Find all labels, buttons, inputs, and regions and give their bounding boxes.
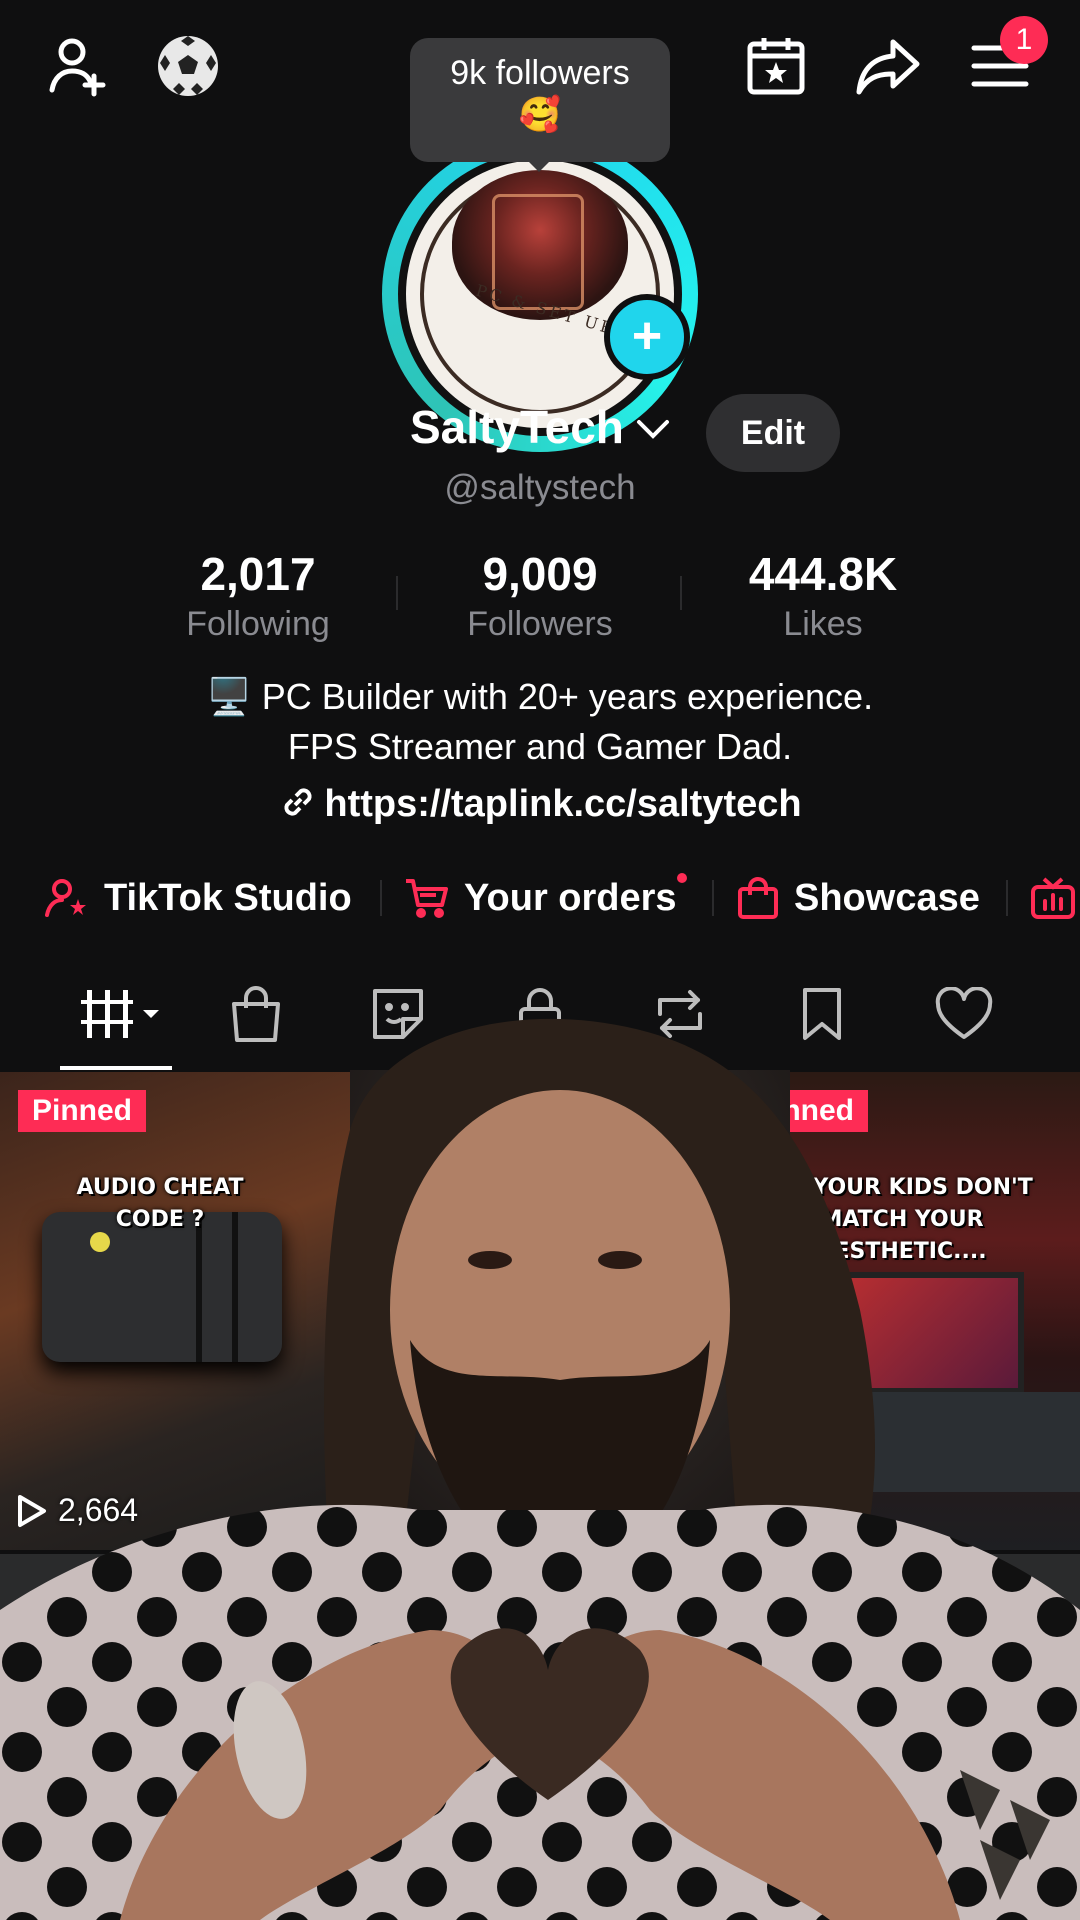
share-icon[interactable]	[850, 28, 926, 104]
username: @saltystech	[444, 468, 636, 507]
showcase-shortcut[interactable]: Showcase	[736, 870, 980, 926]
stat-following[interactable]: 2,017 Following	[118, 546, 398, 646]
soccer-ball-icon[interactable]	[150, 28, 226, 104]
display-name[interactable]: SaltyTech	[410, 400, 624, 454]
tiktok-studio-shortcut[interactable]: TikTok Studio	[44, 870, 352, 926]
overlay-person-heart-hands-image	[0, 1010, 1080, 1920]
stat-value: 2,017	[200, 548, 316, 600]
stat-label: Following	[186, 605, 330, 643]
add-story-button[interactable]: +	[604, 294, 690, 380]
edit-profile-button[interactable]: Edit	[706, 394, 840, 472]
shortcut-label: TikTok Studio	[104, 876, 352, 919]
stat-followers[interactable]: 9,009 Followers	[400, 546, 680, 646]
tooltip-emoji: 🥰	[518, 96, 562, 134]
stat-label: Likes	[783, 605, 863, 643]
bio-link-text: https://taplink.cc/saltytech	[324, 783, 802, 825]
computer-emoji: 🖥️	[206, 676, 252, 717]
your-orders-shortcut[interactable]: Your orders	[404, 870, 677, 926]
bio-line-2: FPS Streamer and Gamer Dad.	[287, 726, 793, 767]
stat-value: 9,009	[482, 548, 598, 600]
notification-badge: 1	[1000, 16, 1048, 64]
bio-link[interactable]: https://taplink.cc/saltytech	[0, 782, 1080, 826]
stat-label: Followers	[467, 605, 613, 643]
bag-icon	[736, 875, 780, 921]
stat-value: 444.8K	[748, 548, 898, 600]
stat-likes[interactable]: 444.8K Likes	[683, 546, 963, 646]
add-friend-icon[interactable]	[42, 28, 118, 104]
chevron-down-icon[interactable]	[636, 418, 670, 445]
calendar-star-icon[interactable]	[738, 28, 814, 104]
link-icon	[284, 788, 312, 816]
tooltip-text: 9k followers	[450, 54, 630, 92]
followers-milestone-tooltip: 9k followers 🥰	[410, 38, 670, 162]
shortcut-label: Your orders	[464, 876, 677, 919]
cart-icon	[404, 875, 450, 921]
shortcut-label: Showcase	[794, 876, 980, 919]
bio-line-1: 🖥️ PC Builder with 20+ years experience.	[206, 676, 874, 717]
live-shortcut[interactable]	[1030, 870, 1080, 926]
live-tv-icon	[1030, 875, 1076, 921]
studio-person-star-icon	[44, 875, 90, 921]
orders-dot	[677, 873, 687, 883]
